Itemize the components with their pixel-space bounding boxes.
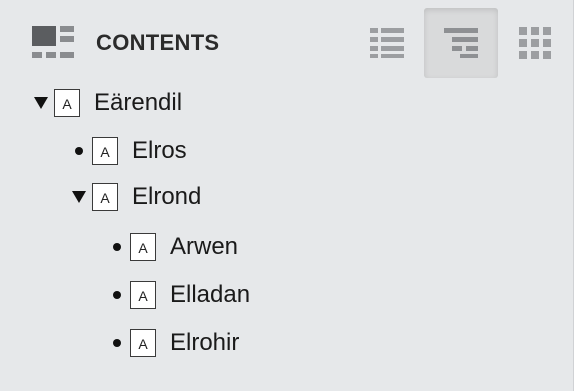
contents-panel-icon bbox=[32, 26, 74, 60]
tree-item-label: Arwen bbox=[170, 233, 239, 260]
contents-sidebar: CONTENTS A Eärendil A Elros A Elrond A A… bbox=[0, 0, 574, 391]
document-icon: A bbox=[92, 183, 118, 211]
document-icon: A bbox=[54, 89, 80, 117]
tree-item-label: Elladan bbox=[170, 281, 251, 308]
document-icon: A bbox=[130, 233, 156, 261]
document-icon: A bbox=[130, 329, 156, 357]
outline-view-icon bbox=[444, 28, 478, 58]
tree-item-elros[interactable]: A Elros bbox=[68, 134, 187, 168]
list-view-button[interactable] bbox=[350, 8, 424, 78]
grid-view-button[interactable] bbox=[498, 8, 572, 78]
grid-view-icon bbox=[519, 27, 551, 59]
contents-header: CONTENTS bbox=[0, 0, 574, 86]
tree-item-elrohir[interactable]: A Elrohir bbox=[106, 326, 239, 360]
tree-item-elrond[interactable]: A Elrond bbox=[68, 180, 201, 214]
bullet-icon bbox=[106, 326, 128, 360]
disclosure-triangle-expanded-icon[interactable] bbox=[30, 86, 52, 120]
list-view-icon bbox=[370, 28, 404, 58]
document-icon: A bbox=[130, 281, 156, 309]
tree-item-elladan[interactable]: A Elladan bbox=[106, 278, 250, 312]
bullet-icon bbox=[68, 134, 90, 168]
tree-item-label: Elrohir bbox=[170, 329, 240, 356]
outline-view-button[interactable] bbox=[424, 8, 498, 78]
tree-item-arwen[interactable]: A Arwen bbox=[106, 230, 238, 264]
document-icon: A bbox=[92, 137, 118, 165]
bullet-icon bbox=[106, 230, 128, 264]
disclosure-triangle-expanded-icon[interactable] bbox=[68, 180, 90, 214]
tree-item-label: Eärendil bbox=[94, 89, 183, 116]
tree-item-label: Elrond bbox=[132, 183, 202, 210]
bullet-icon bbox=[106, 278, 128, 312]
tree-item-label: Elros bbox=[132, 137, 187, 164]
tree-item-earendil[interactable]: A Eärendil bbox=[30, 86, 182, 120]
panel-title: CONTENTS bbox=[96, 30, 220, 55]
